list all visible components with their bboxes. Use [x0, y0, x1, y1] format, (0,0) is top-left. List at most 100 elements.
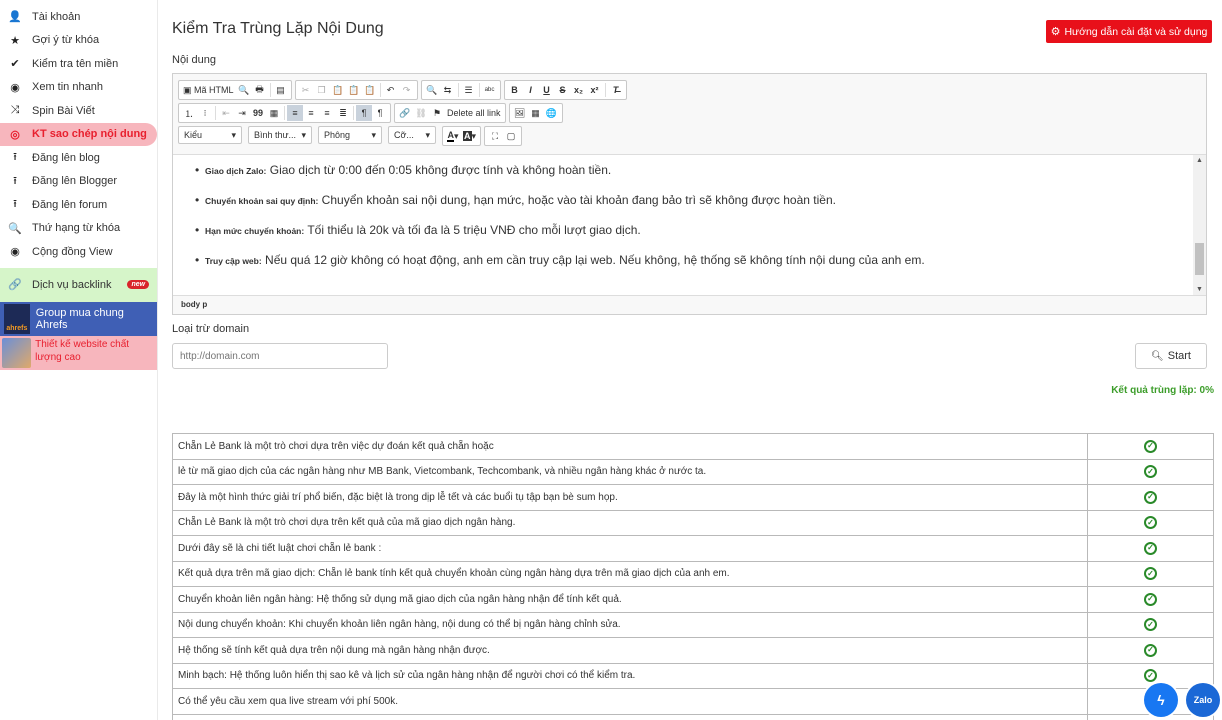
- domain-input[interactable]: [172, 343, 388, 369]
- spellcheck-icon[interactable]: ᵃᵇᶜ: [482, 82, 498, 98]
- templates-icon[interactable]: ▤: [273, 82, 289, 98]
- check-circle-icon: ✓: [1144, 618, 1157, 632]
- design-banner[interactable]: Thiết kế website chất lượng cao: [0, 335, 157, 370]
- design-banner-image: [2, 337, 32, 368]
- result-sentence: Nội dung chuyển khoản: Khi chuyển khoản …: [172, 611, 1088, 638]
- zalo-button[interactable]: Zalo: [1186, 683, 1220, 717]
- paste-icon[interactable]: 📋: [330, 82, 346, 98]
- subscript-icon[interactable]: x₂: [571, 82, 587, 98]
- justify-icon[interactable]: ≣: [335, 105, 351, 121]
- editor-content[interactable]: Giao dịch Zalo: Giao dịch từ 0:00 đến 0:…: [173, 154, 1206, 296]
- scroll-up-icon[interactable]: ▲: [1196, 157, 1203, 164]
- sidebar-item-backlink[interactable]: 🔗 Dịch vụ backlink new: [0, 267, 157, 302]
- blockquote-icon[interactable]: 99: [250, 105, 266, 121]
- sidebar-item[interactable]: ⤨ Spin Bài Viết: [0, 99, 157, 123]
- source-button[interactable]: ▣ Mã HTML: [181, 82, 236, 98]
- delete-all-links-button[interactable]: Delete all link: [445, 105, 503, 121]
- sidebar-item-label: Spin Bài Viết: [32, 104, 95, 117]
- preview-icon[interactable]: 🔍: [236, 82, 252, 98]
- start-button[interactable]: 🔍︎ Start: [1135, 343, 1207, 369]
- remove-format-icon[interactable]: T̶: [608, 82, 624, 98]
- maximize-icon[interactable]: ⛶: [487, 128, 503, 144]
- align-left-icon[interactable]: ≡: [287, 105, 303, 121]
- editor-path-bar[interactable]: body p: [173, 295, 1206, 314]
- sidebar-item[interactable]: ◎ KT sao chép nội dung: [0, 122, 157, 146]
- format-dropdown[interactable]: Bình thư... ▾: [248, 126, 312, 144]
- replace-icon[interactable]: ⇆: [440, 82, 456, 98]
- redo-icon[interactable]: ↷: [399, 82, 415, 98]
- anchor-icon[interactable]: ⚑: [429, 105, 445, 121]
- undo-icon[interactable]: ↶: [383, 82, 399, 98]
- indent-icon[interactable]: ⇥: [234, 105, 250, 121]
- scroll-down-icon[interactable]: ▼: [1196, 286, 1203, 293]
- iframe-icon[interactable]: 🌐: [544, 105, 560, 121]
- copy-check-icon: ◎: [10, 128, 20, 141]
- gear-icon: ⚙: [1050, 26, 1061, 38]
- ahrefs-banner[interactable]: ahrefs Group mua chung Ahrefs: [0, 301, 157, 336]
- user-icon: 👤: [8, 11, 22, 24]
- chevron-down-icon: ▾: [301, 129, 306, 140]
- rtl-icon[interactable]: ¶: [372, 105, 388, 121]
- bg-color-icon[interactable]: A ▾: [461, 128, 478, 144]
- text-color-icon[interactable]: A ▾: [445, 128, 461, 144]
- check-circle-icon: ✓: [1144, 567, 1157, 581]
- underline-icon[interactable]: U: [539, 82, 555, 98]
- scrollbar-thumb[interactable]: [1195, 243, 1204, 275]
- table-row: Dưới đây sẽ là chi tiết luật chơi chẵn l…: [172, 535, 1214, 562]
- paste-text-icon[interactable]: 📋: [346, 82, 362, 98]
- numbered-list-icon[interactable]: ⒈: [181, 105, 197, 121]
- sidebar-item[interactable]: ⭱ Đăng lên Blogger: [0, 170, 157, 194]
- image-icon[interactable]: 🖼: [512, 105, 528, 121]
- align-right-icon[interactable]: ≡: [319, 105, 335, 121]
- select-all-icon[interactable]: ☰: [461, 82, 477, 98]
- italic-icon[interactable]: I: [523, 82, 539, 98]
- align-center-icon[interactable]: ≡: [303, 105, 319, 121]
- bold-icon[interactable]: B: [507, 82, 523, 98]
- superscript-icon[interactable]: x²: [587, 82, 603, 98]
- sidebar-item[interactable]: 🔍 Thứ hạng từ khóa: [0, 217, 157, 241]
- editor-item-text: Nếu quá 12 giờ không có hoạt động, anh e…: [261, 253, 925, 267]
- sidebar-item[interactable]: ◉ Xem tin nhanh: [0, 76, 157, 100]
- unlink-icon[interactable]: ⛓: [413, 105, 429, 121]
- div-container-icon[interactable]: ▦: [266, 105, 282, 121]
- style-dropdown[interactable]: Kiểu ▾: [178, 126, 242, 144]
- font-dropdown[interactable]: Phông ▾: [318, 126, 382, 144]
- sidebar-item[interactable]: ✔ Kiểm tra tên miền: [0, 52, 157, 76]
- eye-icon: ◉: [10, 246, 20, 259]
- sidebar-item[interactable]: ◉ Cộng đồng View: [0, 240, 157, 264]
- upload-icon: ⭱: [13, 174, 17, 187]
- check-circle-icon: ✓: [1144, 516, 1157, 530]
- cut-icon[interactable]: ✂: [298, 82, 314, 98]
- size-dropdown[interactable]: Cỡ... ▾: [388, 126, 436, 144]
- guide-button-label: Hướng dẫn cài đặt và sử dụng: [1064, 25, 1208, 38]
- outdent-icon[interactable]: ⇤: [218, 105, 234, 121]
- find-icon[interactable]: 🔍: [424, 82, 440, 98]
- result-sentence: Đây là một hình thức giải trí phổ biến, …: [172, 484, 1088, 511]
- table-icon[interactable]: ▦: [528, 105, 544, 121]
- link-icon[interactable]: 🔗: [397, 105, 413, 121]
- editor-scrollbar[interactable]: ▲ ▼: [1193, 155, 1206, 295]
- print-icon[interactable]: 🖶: [252, 82, 268, 98]
- guide-button[interactable]: ⚙ Hướng dẫn cài đặt và sử dụng: [1046, 20, 1212, 43]
- result-status: ✓: [1087, 433, 1214, 460]
- messenger-button[interactable]: ϟ: [1144, 683, 1178, 717]
- result-sentence: Chuyển khoản liên ngân hàng: Hệ thống sử…: [172, 586, 1088, 613]
- table-row: Chẵn Lẻ Bank là một trò chơi dựa trên vi…: [172, 433, 1214, 460]
- result-sentence: Hệ thống sẽ tính kết quả dựa trên nội du…: [172, 637, 1088, 664]
- page-title: Kiểm Tra Trùng Lặp Nội Dung: [172, 20, 384, 37]
- sidebar-item-label: Đăng lên blog: [32, 151, 100, 164]
- bulleted-list-icon[interactable]: ⁝: [197, 105, 213, 121]
- sidebar-item[interactable]: ⭱ Đăng lên blog: [0, 146, 157, 170]
- copy-icon[interactable]: ❐: [314, 82, 330, 98]
- sidebar-item[interactable]: ★ Gợi ý từ khóa: [0, 29, 157, 53]
- paste-word-icon[interactable]: 📋: [362, 82, 378, 98]
- sidebar-item[interactable]: 👤 Tài khoản: [0, 5, 157, 29]
- result-status: ✓: [1087, 509, 1214, 536]
- show-blocks-icon[interactable]: ▢: [503, 128, 519, 144]
- ahrefs-banner-label: Group mua chung Ahrefs: [35, 306, 124, 331]
- result-status: ✓: [1087, 611, 1214, 638]
- table-row: Chẵn Lẻ Bank là một trò chơi dựa trên kế…: [172, 509, 1214, 536]
- strike-icon[interactable]: S: [555, 82, 571, 98]
- sidebar-item[interactable]: ⭱ Đăng lên forum: [0, 193, 157, 217]
- ltr-icon[interactable]: ¶: [356, 105, 372, 121]
